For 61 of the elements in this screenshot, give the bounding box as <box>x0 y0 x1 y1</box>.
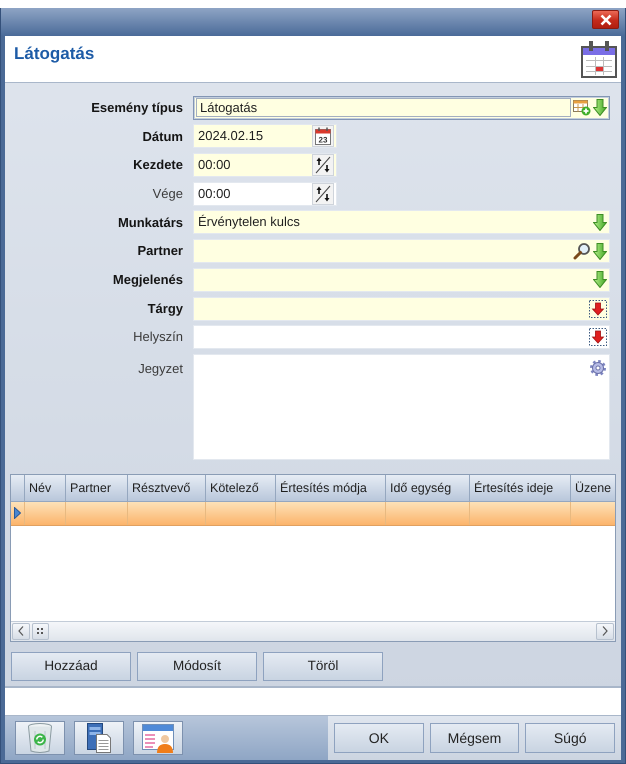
input-field[interactable]: 2024.02.15 23 <box>193 124 337 148</box>
add-button[interactable]: Hozzáad <box>11 652 131 681</box>
field-label: Esemény típus <box>90 98 183 117</box>
field-label: Helyszín <box>132 328 183 346</box>
toolbar-button[interactable] <box>74 721 124 755</box>
chevron-left-icon <box>18 626 24 636</box>
close-icon <box>600 14 612 26</box>
chevron-right-icon <box>602 626 608 636</box>
down-arrow-icon[interactable] <box>589 328 607 346</box>
calendar-icon <box>581 41 617 78</box>
settings-icon[interactable] <box>589 358 607 377</box>
table-add-icon[interactable] <box>573 100 591 116</box>
contact-card-icon <box>141 723 175 753</box>
input-field[interactable]: 00:00 <box>193 182 337 206</box>
column-header[interactable]: Kötelező <box>206 474 276 502</box>
help-button[interactable]: Súgó <box>525 723 616 753</box>
field-label: Dátum <box>142 128 183 146</box>
grip-icon <box>37 628 44 635</box>
delete-button[interactable]: Töröl <box>263 652 383 681</box>
input-field[interactable]: Érvénytelen kulcs <box>193 210 610 234</box>
input-field[interactable] <box>193 268 610 292</box>
search-icon[interactable] <box>573 242 591 260</box>
field-label: Kezdete <box>132 156 183 174</box>
column-header[interactable]: Név <box>25 474 66 502</box>
scroll-right-button[interactable] <box>596 622 614 640</box>
column-header[interactable]: Résztvevő <box>128 474 206 502</box>
field-label: Jegyzet <box>137 360 183 378</box>
dropdown-arrow-icon[interactable] <box>593 271 607 288</box>
cancel-button[interactable]: Mégsem <box>430 723 520 753</box>
input-field[interactable] <box>193 296 610 320</box>
up-down-arrows-icon[interactable] <box>312 182 334 205</box>
field-label: Munkatárs <box>116 214 183 232</box>
horizontal-scrollbar[interactable] <box>11 620 615 641</box>
input-field[interactable]: 00:00 <box>193 153 337 178</box>
row-pointer-icon <box>14 507 21 520</box>
down-arrow-icon[interactable] <box>589 300 607 318</box>
dropdown-arrow-icon[interactable] <box>593 214 607 231</box>
document-icon <box>85 722 113 754</box>
input-field[interactable] <box>193 239 610 264</box>
scrollbar-thumb[interactable] <box>32 622 49 640</box>
ok-button[interactable]: OK <box>334 723 424 753</box>
field-label: Megjelenés <box>112 271 183 290</box>
scroll-left-button[interactable] <box>12 622 30 640</box>
input-field[interactable]: Látogatás <box>193 96 610 120</box>
column-header[interactable]: Idő egység <box>386 474 470 502</box>
trash-icon <box>26 722 54 754</box>
up-down-arrows-icon[interactable] <box>312 154 334 176</box>
dropdown-arrow-icon[interactable] <box>593 99 607 116</box>
calendar-icon[interactable]: 23 <box>312 125 334 148</box>
field-label: Vége <box>152 185 183 203</box>
column-header[interactable]: Üzene <box>571 474 615 502</box>
column-header[interactable]: Értesítés ideje <box>470 474 571 502</box>
dropdown-arrow-icon[interactable] <box>593 242 607 260</box>
field-label: Tárgy <box>146 300 183 318</box>
input-field[interactable] <box>193 325 610 350</box>
column-header[interactable]: Értesítés módja <box>276 474 386 502</box>
dialog-title: Látogatás <box>14 43 94 65</box>
field-label: Partner <box>136 242 183 260</box>
edit-button[interactable]: Módosít <box>137 652 257 681</box>
column-header[interactable]: Partner <box>66 474 128 502</box>
close-button[interactable] <box>592 10 619 29</box>
